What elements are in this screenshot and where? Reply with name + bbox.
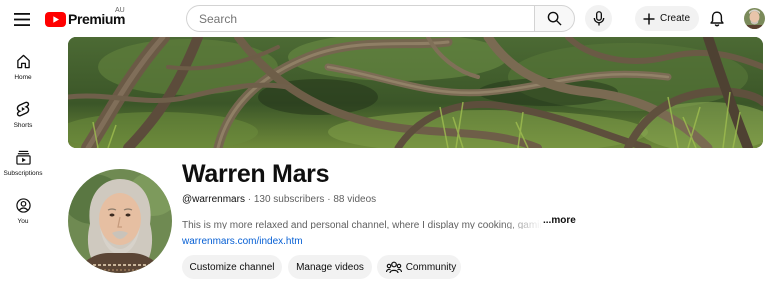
channel-banner xyxy=(68,37,763,148)
notifications-button[interactable] xyxy=(706,8,728,30)
customize-channel-button[interactable]: Customize channel xyxy=(182,255,282,279)
channel-avatar[interactable] xyxy=(68,169,172,273)
subscriber-count: 130 subscribers xyxy=(253,194,325,205)
sidebar-item-label: You xyxy=(17,218,29,225)
meta-separator: · xyxy=(324,194,334,205)
create-label: Create xyxy=(660,13,691,24)
menu-icon[interactable] xyxy=(11,8,33,30)
description-fade xyxy=(502,215,542,229)
channel-description[interactable]: This is my more relaxed and personal cha… xyxy=(182,215,542,229)
plus-icon xyxy=(643,13,655,24)
community-button[interactable]: Community xyxy=(377,255,461,279)
channel-handle: @warrenmars xyxy=(182,194,245,205)
you-icon xyxy=(14,196,32,214)
create-button[interactable]: Create xyxy=(635,6,699,31)
sidebar-item-subscriptions[interactable]: Subscriptions xyxy=(0,142,46,186)
channel-link[interactable]: warrenmars.com/index.htm xyxy=(182,236,303,247)
shorts-icon xyxy=(14,100,32,118)
search-input[interactable] xyxy=(186,5,534,32)
microphone-icon xyxy=(593,11,604,26)
meta-separator: · xyxy=(244,194,254,205)
people-icon xyxy=(385,261,402,274)
voice-search-button[interactable] xyxy=(585,5,612,32)
logo-region: AU xyxy=(115,7,125,14)
account-avatar[interactable] xyxy=(744,8,765,29)
video-count: 88 videos xyxy=(333,194,377,205)
search-button[interactable] xyxy=(534,5,575,32)
search-icon xyxy=(547,11,562,26)
sidebar-item-you[interactable]: You xyxy=(0,190,46,234)
bell-icon xyxy=(710,11,724,27)
sidebar-item-shorts[interactable]: Shorts xyxy=(0,94,46,138)
sidebar-item-label: Home xyxy=(14,74,32,81)
channel-name: Warren Mars xyxy=(182,160,330,188)
home-icon xyxy=(14,52,32,70)
more-button[interactable]: ...more xyxy=(543,215,576,226)
manage-videos-button[interactable]: Manage videos xyxy=(288,255,372,279)
channel-meta: @warrenmars · 130 subscribers · 88 video… xyxy=(182,194,376,205)
sidebar-item-home[interactable]: Home xyxy=(0,46,46,90)
manage-videos-label: Manage videos xyxy=(296,261,364,273)
customize-channel-label: Customize channel xyxy=(189,261,275,273)
community-label: Community xyxy=(405,261,457,273)
sidebar-item-label: Shorts xyxy=(13,122,33,129)
channel-description-text: This is my more relaxed and personal cha… xyxy=(182,220,542,229)
search-bar xyxy=(186,5,575,32)
youtube-premium-logo[interactable]: Premium xyxy=(45,9,126,29)
sidebar-item-label: Subscriptions xyxy=(3,170,43,177)
subscriptions-icon xyxy=(14,148,32,166)
top-bar: Premium AU Create xyxy=(0,0,780,37)
youtube-play-icon xyxy=(45,11,66,27)
